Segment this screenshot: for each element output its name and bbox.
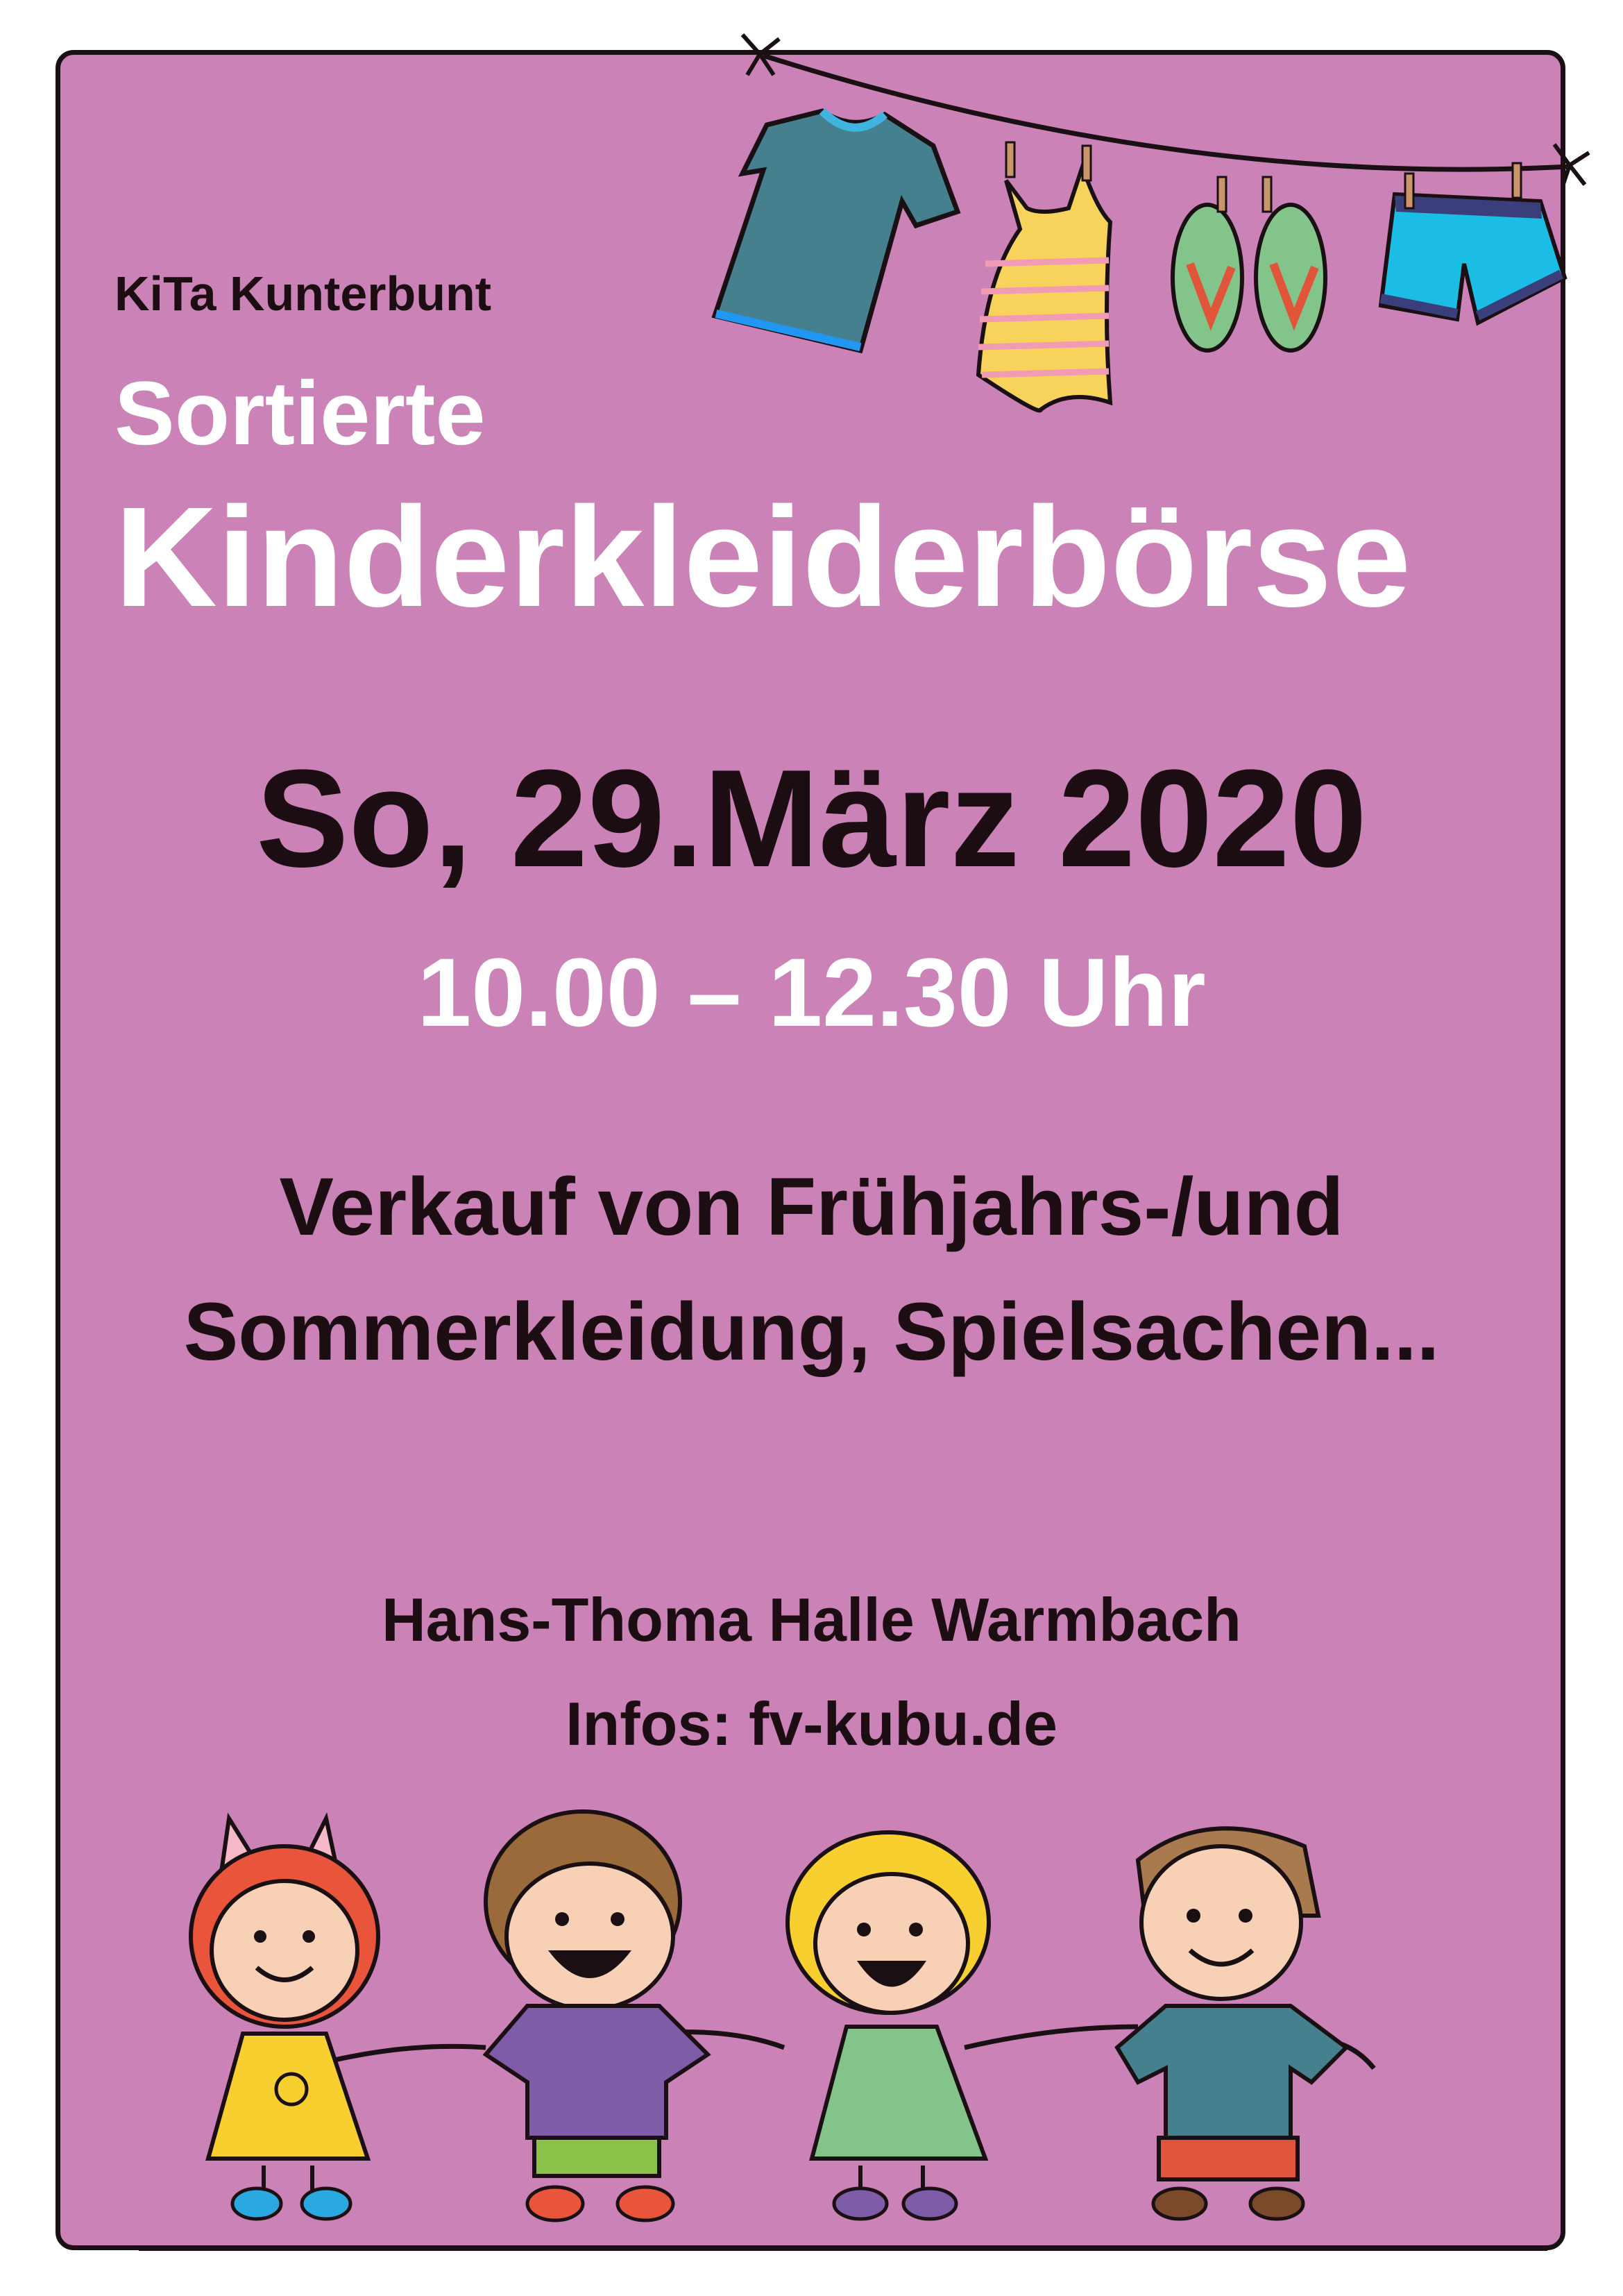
info-link: Infos: fv-kubu.de [566,1689,1057,1758]
swimsuit-icon [976,141,1113,413]
flipflops-icon [1171,176,1327,353]
swimshorts-icon [1378,162,1567,326]
description-line-2: Sommerkleidung, Spielsachen... [183,1286,1440,1378]
venue: Hans-Thoma Halle Warmbach [382,1585,1241,1654]
event-time: 10.00 – 12.30 Uhr [417,938,1206,1047]
description-line-1: Verkauf von Frühjahrs-/und [279,1161,1344,1253]
event-title: Kinderkleiderbörse [114,478,1411,636]
clothesline-illustration [711,33,1590,413]
tshirt-icon [711,108,961,354]
event-date: So, 29.März 2020 [256,741,1367,896]
